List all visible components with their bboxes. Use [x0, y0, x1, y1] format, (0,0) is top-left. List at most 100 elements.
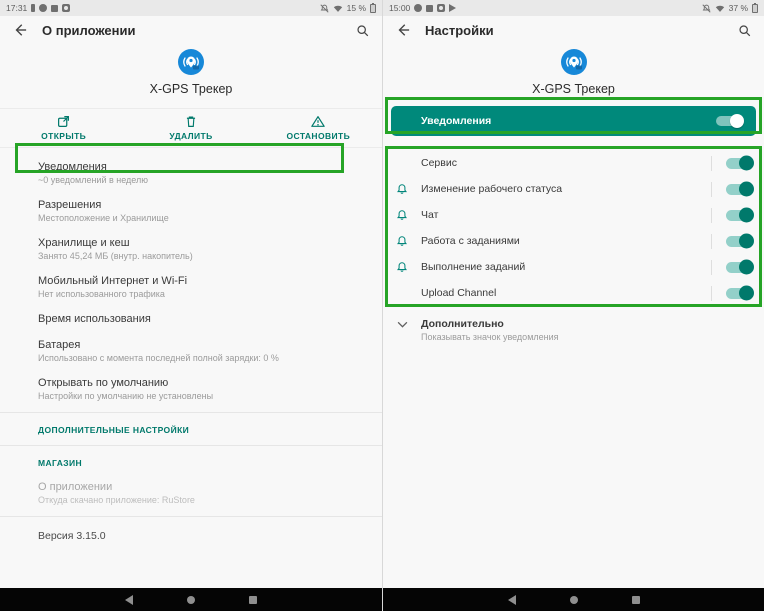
nav-home-icon[interactable] — [570, 596, 578, 604]
channel-label: Выполнение заданий — [421, 261, 711, 273]
uninstall-button-label: УДАЛИТЬ — [169, 131, 212, 141]
section-store: МАГАЗИН — [0, 450, 382, 474]
back-icon[interactable] — [12, 22, 28, 38]
notifications-master-toggle[interactable] — [716, 116, 742, 126]
item-title: Открывать по умолчанию — [38, 377, 366, 389]
advanced-expander[interactable]: Дополнительно Показывать значок уведомле… — [383, 306, 764, 342]
channel-toggle[interactable] — [726, 288, 752, 299]
channel-row-task-completion[interactable]: Выполнение заданий — [383, 254, 764, 280]
list-item-screen-time[interactable]: Время использования — [0, 306, 382, 332]
item-title: Батарея — [38, 339, 366, 351]
status-notification-icon — [39, 4, 47, 12]
uninstall-button[interactable]: УДАЛИТЬ — [127, 109, 254, 147]
screen-app-info: 17:31 15 % О приложении — [0, 0, 382, 611]
notification-channels: Сервис Изменение рабочего статуса Чат — [383, 150, 764, 306]
channel-row-service[interactable]: Сервис — [383, 150, 764, 176]
item-title: Хранилище и кеш — [38, 237, 366, 249]
status-notification-icon — [51, 5, 58, 12]
status-bar: 15:00 37 % — [383, 0, 764, 16]
channel-row-task-work[interactable]: Работа с заданиями — [383, 228, 764, 254]
channel-label: Upload Channel — [421, 287, 711, 299]
notifications-master-row[interactable]: Уведомления — [391, 106, 756, 136]
status-battery-percent: 37 % — [729, 3, 748, 13]
wifi-icon — [715, 4, 725, 13]
dual-screenshot: 17:31 15 % О приложении — [0, 0, 764, 611]
battery-icon — [752, 4, 758, 13]
list-item-battery[interactable]: Батарея Использовано с момента последней… — [0, 332, 382, 370]
navigation-bar — [383, 588, 764, 611]
channel-toggle[interactable] — [726, 262, 752, 273]
item-title: Разрешения — [38, 199, 366, 211]
divider — [711, 260, 712, 275]
advanced-title: Дополнительно — [421, 318, 559, 330]
channel-row-status-change[interactable]: Изменение рабочего статуса — [383, 176, 764, 202]
list-item-permissions[interactable]: Разрешения Местоположение и Хранилище — [0, 192, 382, 230]
status-time: 17:31 — [6, 3, 27, 13]
status-notification-icon — [62, 4, 70, 12]
warning-triangle-icon — [311, 115, 325, 128]
channel-row-upload[interactable]: Upload Channel — [383, 280, 764, 306]
status-notification-icon — [437, 4, 445, 12]
bell-icon — [383, 261, 421, 273]
channel-label: Изменение рабочего статуса — [421, 183, 711, 195]
back-icon[interactable] — [395, 22, 411, 38]
divider — [0, 516, 382, 517]
channel-toggle[interactable] — [726, 158, 752, 169]
open-in-new-icon — [57, 115, 70, 128]
divider — [0, 412, 382, 413]
search-icon[interactable] — [354, 22, 370, 38]
app-bar: Настройки — [383, 16, 764, 44]
search-icon[interactable] — [736, 22, 752, 38]
channel-row-chat[interactable]: Чат — [383, 202, 764, 228]
channel-toggle[interactable] — [726, 184, 752, 195]
list-item-data-usage[interactable]: Мобильный Интернет и Wi-Fi Нет использов… — [0, 268, 382, 306]
app-name: X-GPS Трекер — [383, 82, 764, 96]
item-subtitle: Откуда скачано приложение: RuStore — [38, 495, 366, 505]
page-title: О приложении — [42, 23, 340, 38]
divider — [711, 208, 712, 223]
item-subtitle: Нет использованного трафика — [38, 289, 366, 299]
nav-recents-icon[interactable] — [632, 596, 640, 604]
force-stop-button[interactable]: ОСТАНОВИТЬ — [255, 109, 382, 147]
bell-icon — [383, 183, 421, 195]
nav-recents-icon[interactable] — [249, 596, 257, 604]
item-subtitle: Занято 45,24 МБ (внутр. накопитель) — [38, 251, 366, 261]
bell-icon — [383, 209, 421, 221]
app-icon — [177, 48, 205, 76]
wifi-icon — [333, 4, 343, 13]
status-notification-icon — [31, 4, 35, 12]
open-button[interactable]: ОТКРЫТЬ — [0, 109, 127, 147]
mute-icon — [702, 4, 711, 13]
list-item-store-info: О приложении Откуда скачано приложение: … — [0, 474, 382, 512]
status-notification-icon — [426, 5, 433, 12]
nav-home-icon[interactable] — [187, 596, 195, 604]
app-actions: ОТКРЫТЬ УДАЛИТЬ ОСТАНОВИТЬ — [0, 108, 382, 148]
section-advanced-settings[interactable]: ДОПОЛНИТЕЛЬНЫЕ НАСТРОЙКИ — [0, 417, 382, 441]
status-time: 15:00 — [389, 3, 410, 13]
list-item-open-by-default[interactable]: Открывать по умолчанию Настройки по умол… — [0, 370, 382, 408]
channel-toggle[interactable] — [726, 236, 752, 247]
screen-notification-settings: 15:00 37 % Настройки — [382, 0, 764, 611]
app-version: Версия 3.15.0 — [0, 521, 382, 551]
bell-icon — [383, 235, 421, 247]
item-subtitle: Местоположение и Хранилище — [38, 213, 366, 223]
nav-back-icon[interactable] — [508, 596, 516, 604]
force-stop-button-label: ОСТАНОВИТЬ — [287, 131, 351, 141]
channel-toggle[interactable] — [726, 210, 752, 221]
nav-back-icon[interactable] — [125, 596, 133, 604]
channel-label: Чат — [421, 209, 711, 221]
status-notification-icon — [449, 4, 456, 12]
navigation-bar — [0, 588, 382, 611]
app-hero: X-GPS Трекер — [383, 44, 764, 96]
status-notification-icon — [414, 4, 422, 12]
app-hero: X-GPS Трекер — [0, 44, 382, 96]
channel-label: Сервис — [421, 157, 711, 169]
notifications-master-label: Уведомления — [421, 115, 716, 127]
item-title: О приложении — [38, 481, 366, 493]
list-item-storage[interactable]: Хранилище и кеш Занято 45,24 МБ (внутр. … — [0, 230, 382, 268]
item-subtitle: Настройки по умолчанию не установлены — [38, 391, 366, 401]
settings-list: Уведомления ~0 уведомлений в неделю Разр… — [0, 148, 382, 551]
status-bar: 17:31 15 % — [0, 0, 382, 16]
list-item-notifications[interactable]: Уведомления ~0 уведомлений в неделю — [0, 154, 382, 192]
mute-icon — [320, 4, 329, 13]
